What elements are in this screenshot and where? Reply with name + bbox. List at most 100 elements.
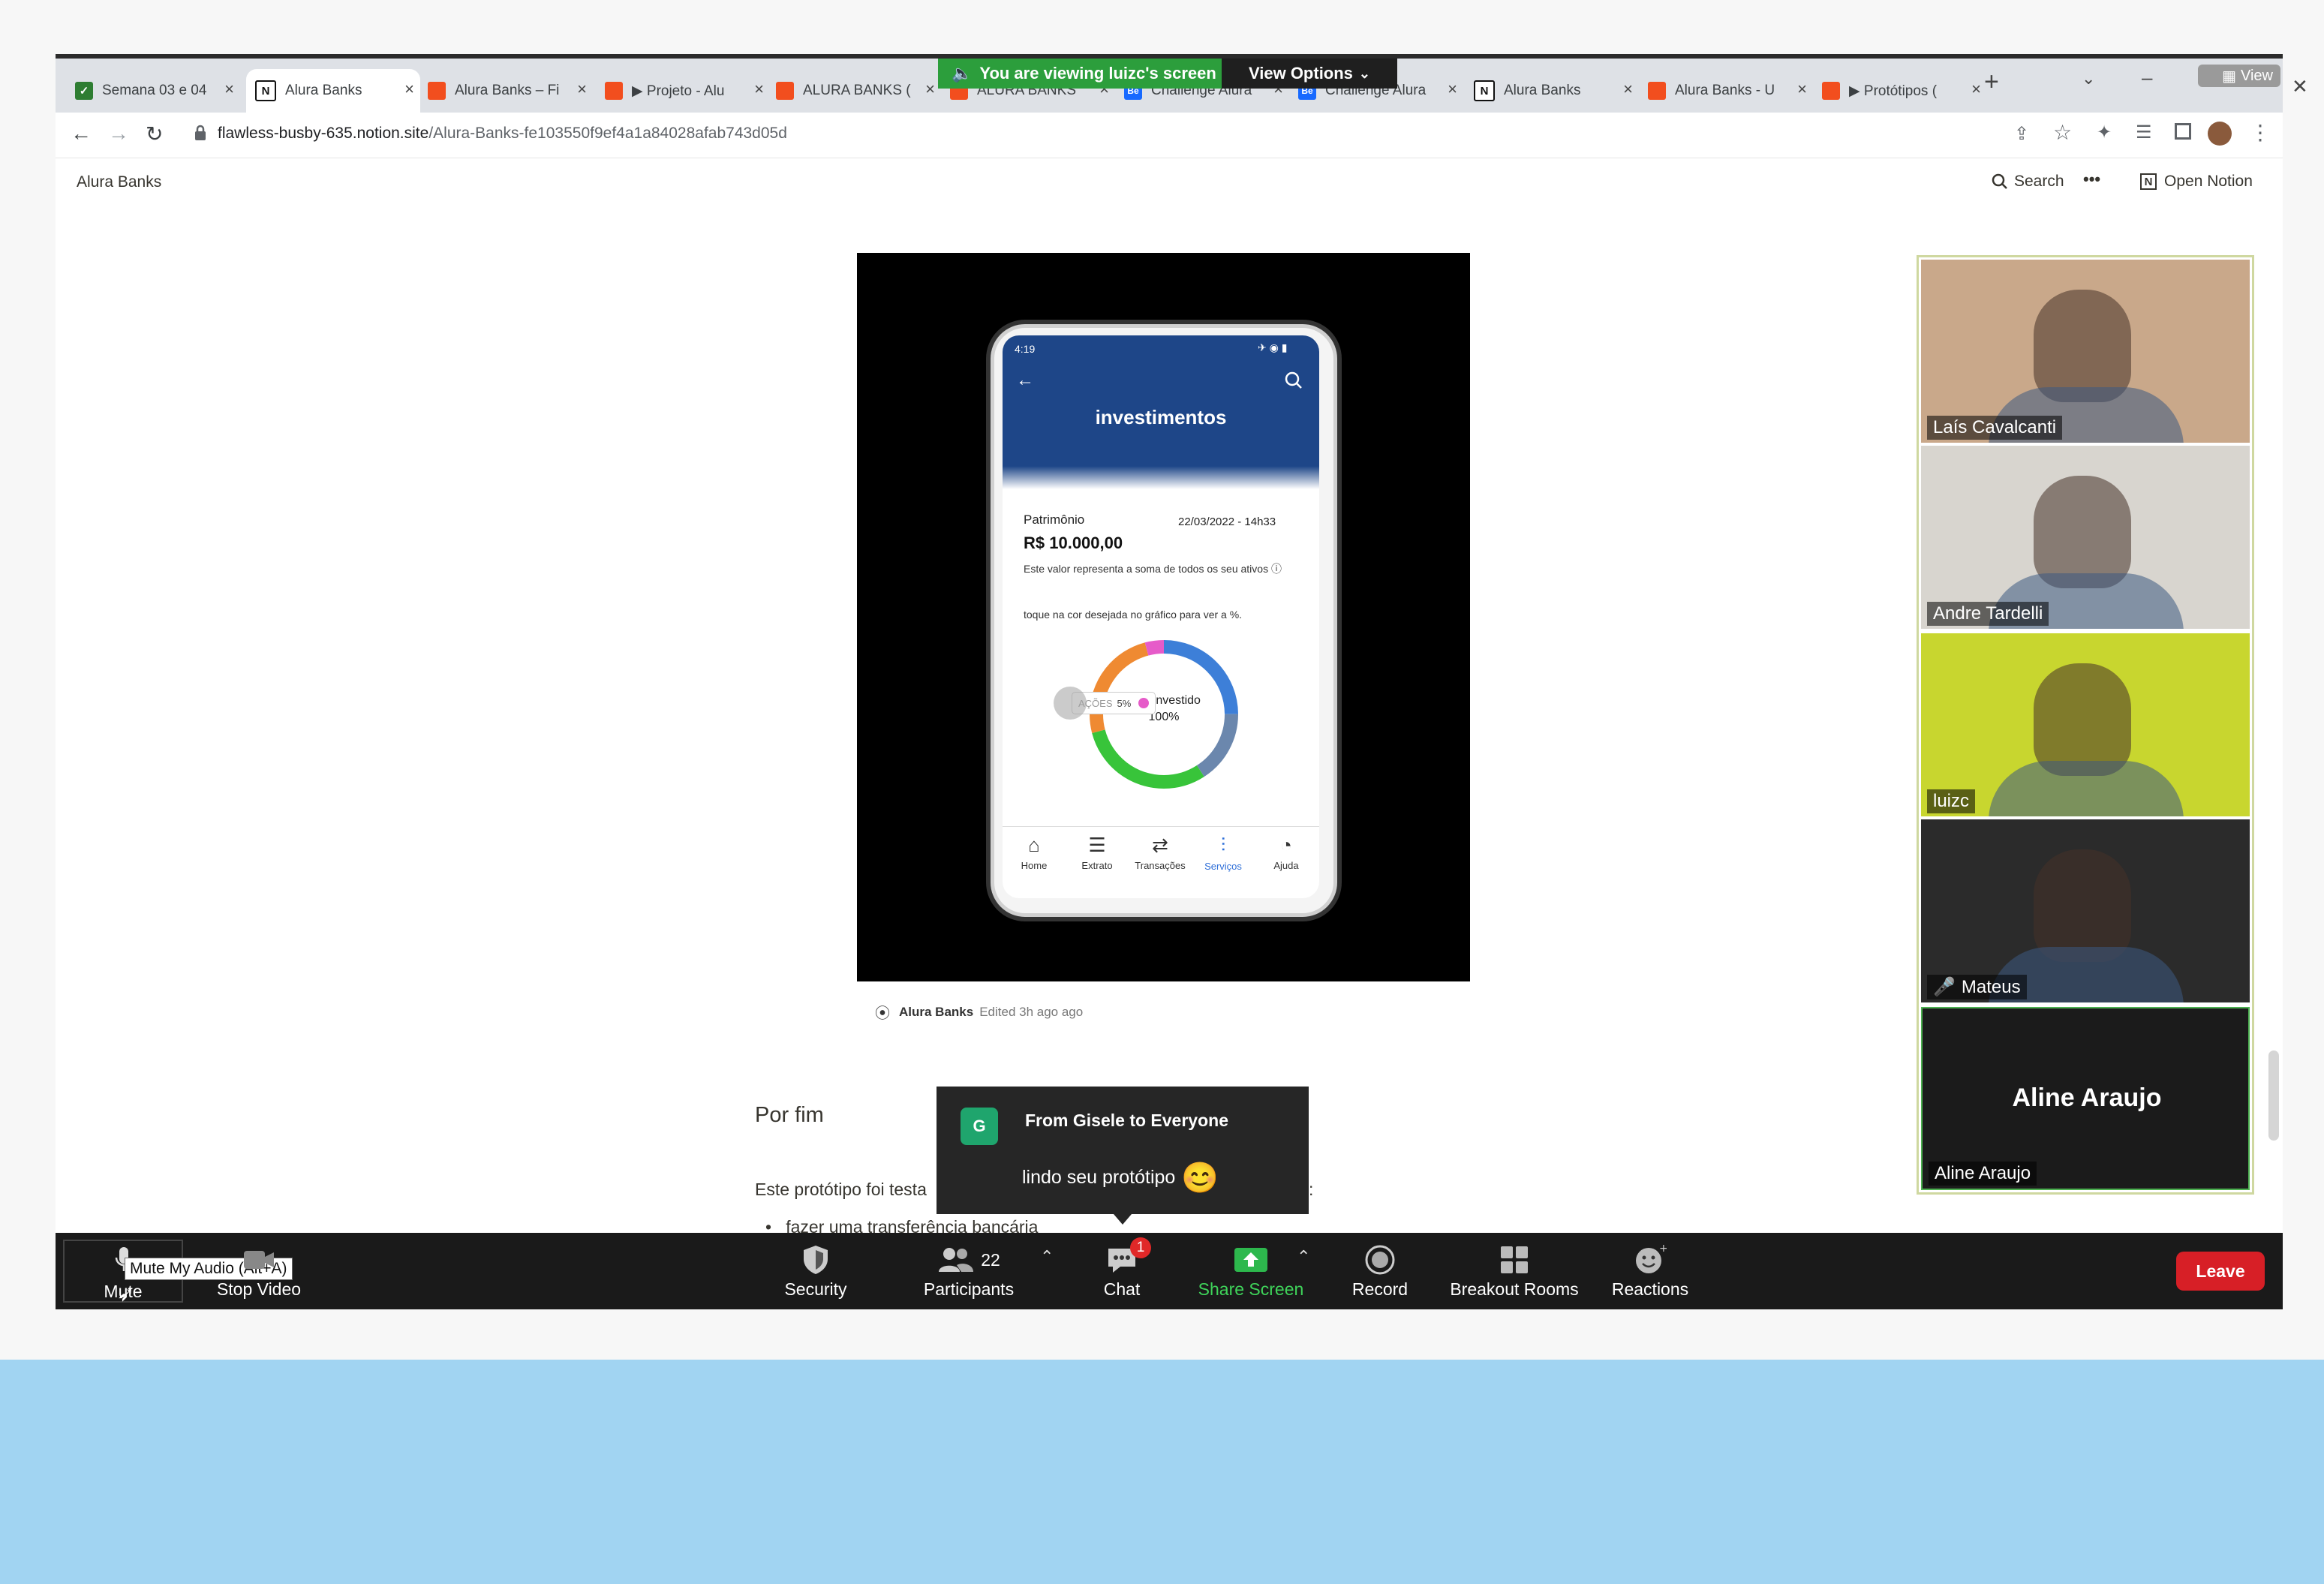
notion-search-button[interactable]: Search — [1992, 173, 2064, 191]
tab-close-icon[interactable]: × — [925, 80, 935, 99]
view-label: View — [2241, 67, 2273, 84]
chat-button[interactable]: 1 Chat — [1058, 1237, 1186, 1302]
breadcrumb[interactable]: Alura Banks — [77, 173, 161, 191]
open-notion-button[interactable]: N Open Notion — [2140, 173, 2253, 191]
share-screen-button[interactable]: Share Screen — [1187, 1242, 1315, 1302]
tab-title: ▶ Protótipos ( — [1849, 83, 1938, 99]
url-field[interactable]: flawless-busby-635.notion.site/Alura-Ban… — [218, 125, 787, 143]
browser-tab[interactable]: ALURA BANKS (× — [767, 69, 941, 113]
participants-caret-icon[interactable]: ⌃ — [1040, 1247, 1054, 1267]
tab-close-icon[interactable]: × — [1448, 80, 1457, 99]
record-button[interactable]: Record — [1316, 1242, 1444, 1302]
chat-label: Chat — [1103, 1279, 1141, 1299]
tab-title: Semana 03 e 04 — [102, 83, 207, 98]
notion-logo-icon: N — [2140, 173, 2157, 190]
participants-icon: 22 — [905, 1242, 1033, 1278]
tab-close-icon[interactable]: × — [754, 80, 764, 99]
bookmark-star-icon[interactable]: ☆ — [2053, 120, 2072, 145]
breakout-rooms-icon — [1439, 1242, 1589, 1278]
embed-caption[interactable]: ⦿ Alura Banks Edited 3h ago ago — [875, 1001, 1083, 1023]
lock-icon[interactable] — [194, 125, 207, 141]
nav-item[interactable]: ☰ Extrato — [1066, 834, 1129, 871]
description-text: Este valor representa a soma de todos os… — [1024, 563, 1269, 575]
figma-logo-icon: ⦿ — [875, 1005, 890, 1022]
chat-bubble-icon: 1 — [1058, 1237, 1186, 1278]
reading-list-icon[interactable]: ☰ — [2136, 122, 2152, 143]
bullet-item: • fazer uma transferência bancária — [765, 1217, 1306, 1233]
browser-tab[interactable]: Alura Banks – Fi × — [419, 69, 593, 113]
extensions-icon[interactable]: ✦ — [2097, 122, 2112, 143]
nav-label: Home — [1021, 860, 1048, 871]
tab-close-icon[interactable]: × — [1971, 80, 1981, 99]
speaker-icon: 🔈 — [952, 64, 973, 83]
nav-item[interactable]: ⫶ Serviços — [1192, 834, 1255, 872]
chat-popup-pointer — [1114, 1214, 1132, 1225]
figma-icon — [428, 82, 446, 100]
security-button[interactable]: Security — [752, 1242, 879, 1302]
tab-close-icon[interactable]: × — [1623, 80, 1633, 99]
participant-video[interactable]: 🎤 Mateus — [1921, 819, 2250, 1002]
tooltip-dot — [1138, 698, 1150, 708]
url-host: flawless-busby-635.notion.site — [218, 125, 429, 142]
tab-search-icon[interactable]: ⌄ — [2082, 69, 2095, 89]
tab-close-icon[interactable]: × — [404, 80, 414, 99]
participant-name-text: Aline Araujo — [1935, 1163, 2031, 1183]
app-search-icon[interactable] — [1285, 371, 1303, 389]
open-notion-label: Open Notion — [2164, 173, 2253, 190]
minimize-icon[interactable]: – — [2142, 66, 2152, 89]
participant-video[interactable]: Aline Araujo Aline Araujo — [1921, 1007, 2250, 1190]
nav-label: Serviços — [1204, 861, 1242, 872]
view-options-button[interactable]: View Options ⌄ — [1222, 59, 1397, 89]
view-chip[interactable]: ▦ View — [2198, 65, 2280, 87]
browser-menu-icon[interactable]: ⋮ — [2250, 120, 2271, 145]
participant-video[interactable]: Andre Tardelli — [1921, 446, 2250, 629]
browser-tab[interactable]: ▶ Protótipos ( × — [1813, 69, 1987, 113]
participant-body — [1989, 761, 2184, 816]
participant-name-text: Laís Cavalcanti — [1933, 417, 2057, 437]
share-screen-icon — [1187, 1242, 1315, 1278]
nav-item[interactable]: ◔ Ajuda — [1255, 834, 1318, 871]
tab-close-icon[interactable]: × — [224, 80, 234, 99]
tab-close-icon[interactable]: × — [1797, 80, 1807, 99]
browser-tab[interactable]: N Alura Banks × — [246, 69, 420, 113]
participant-video[interactable]: Laís Cavalcanti — [1921, 260, 2250, 443]
leave-button[interactable]: Leave — [2176, 1252, 2265, 1291]
tab-close-icon[interactable]: × — [577, 80, 587, 99]
participant-name: Laís Cavalcanti — [1927, 416, 2063, 440]
grid-icon: ▦ — [2222, 68, 2236, 85]
share-icon[interactable]: ⇪ — [2014, 123, 2029, 145]
more-options-button[interactable]: ••• — [2083, 170, 2100, 189]
browser-tab[interactable]: N Alura Banks × — [1465, 69, 1639, 113]
forward-icon[interactable]: → — [108, 122, 129, 146]
chevron-down-icon: ⌄ — [1358, 65, 1371, 81]
new-tab-button[interactable]: + — [1984, 68, 1999, 97]
record-icon — [1316, 1242, 1444, 1278]
chat-notification[interactable]: G From Gisele to Everyone lindo seu prot… — [937, 1087, 1309, 1214]
info-icon[interactable]: ⓘ — [1271, 563, 1282, 575]
participant-video[interactable]: luizc — [1921, 633, 2250, 816]
nav-item[interactable]: ⌂ Home — [1003, 834, 1066, 871]
back-icon[interactable]: ← — [71, 122, 92, 146]
browser-tab[interactable]: Alura Banks - U × — [1639, 69, 1813, 113]
mouse-cursor-icon: ➶ — [117, 1282, 135, 1306]
reactions-button[interactable]: + Reactions — [1586, 1242, 1714, 1302]
reload-icon[interactable]: ↻ — [146, 122, 163, 146]
nav-label: Extrato — [1081, 860, 1113, 871]
share-caret-icon[interactable]: ⌃ — [1297, 1247, 1310, 1267]
participants-button[interactable]: 22 Participants — [905, 1242, 1033, 1302]
breakout-rooms-button[interactable]: Breakout Rooms — [1439, 1242, 1589, 1302]
chart-hint: toque na cor desejada no gráfico para ve… — [1024, 609, 1243, 621]
browser-tab[interactable]: ▶ Projeto - Alu × — [596, 69, 770, 113]
side-panel-icon[interactable] — [2175, 123, 2191, 140]
participant-silhouette — [2034, 476, 2131, 588]
back-arrow-icon[interactable]: ← — [1016, 370, 1034, 391]
page-scrollbar[interactable] — [2268, 1050, 2279, 1141]
browser-tab[interactable]: ✓ Semana 03 e 04 × — [66, 69, 240, 113]
nav-item[interactable]: ⇄ Transações — [1129, 834, 1192, 871]
close-window-icon[interactable]: ✕ — [2292, 75, 2308, 98]
stop-video-button[interactable]: Stop Video — [195, 1242, 323, 1302]
security-label: Security — [784, 1279, 847, 1299]
participant-name: 🎤 Mateus — [1927, 975, 2027, 999]
profile-avatar[interactable] — [2208, 122, 2232, 146]
shield-icon — [752, 1242, 879, 1278]
